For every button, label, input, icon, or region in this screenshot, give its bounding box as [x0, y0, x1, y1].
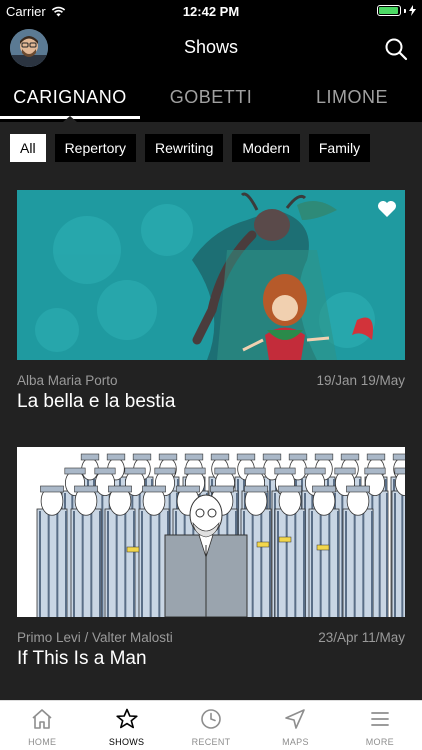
nav-maps-label: MAPS — [282, 737, 309, 747]
show-dates: 23/Apr 11/May — [318, 630, 405, 645]
status-time: 12:42 PM — [182, 4, 240, 19]
nav-shows[interactable]: SHOWS — [84, 701, 168, 750]
poster-if-this-is-a-man — [17, 447, 405, 617]
show-card[interactable]: Alba Maria Porto 19/Jan 19/May La bella … — [17, 190, 405, 413]
tab-limone[interactable]: LIMONE — [282, 78, 422, 122]
charging-bolt-icon — [409, 5, 416, 16]
battery-tip — [404, 8, 406, 13]
show-author: Primo Levi / Valter Malosti — [17, 630, 173, 645]
show-meta: Alba Maria Porto 19/Jan 19/May — [17, 373, 405, 388]
show-author: Alba Maria Porto — [17, 373, 118, 388]
show-card[interactable]: Primo Levi / Valter Malosti 23/Apr 11/Ma… — [17, 447, 405, 670]
navigation-arrow-icon — [285, 709, 306, 729]
filter-modern[interactable]: Modern — [232, 134, 300, 162]
navigation-bar: Shows — [0, 24, 422, 74]
nav-recent[interactable]: RECENT — [169, 701, 253, 750]
nav-home[interactable]: HOME — [0, 701, 84, 750]
star-icon — [116, 708, 138, 729]
bottom-tab-bar: HOME SHOWS RECENT MAPS MORE — [0, 700, 422, 750]
nav-more[interactable]: MORE — [338, 701, 422, 750]
show-title[interactable]: La bella e la bestia — [17, 391, 405, 413]
nav-home-label: HOME — [28, 737, 57, 747]
poster-beauty-and-beast — [17, 190, 405, 360]
page-title: Shows — [183, 37, 239, 57]
home-icon — [32, 709, 52, 729]
filter-repertory[interactable]: Repertory — [54, 134, 137, 162]
search-icon[interactable] — [384, 37, 408, 61]
nav-recent-label: RECENT — [191, 737, 231, 747]
tab-caret — [63, 116, 77, 122]
show-dates: 19/Jan 19/May — [316, 373, 405, 388]
nav-maps[interactable]: MAPS — [253, 701, 337, 750]
nav-shows-label: SHOWS — [108, 737, 145, 747]
show-poster[interactable] — [17, 190, 405, 360]
show-poster[interactable] — [17, 447, 405, 617]
tab-gobetti[interactable]: GOBETTI — [141, 78, 281, 122]
battery-fill — [379, 7, 398, 14]
filter-chips: All Repertory Rewriting Modern Family — [10, 134, 371, 162]
battery-body — [377, 5, 401, 16]
show-meta: Primo Levi / Valter Malosti 23/Apr 11/Ma… — [17, 630, 405, 645]
menu-icon — [370, 712, 389, 726]
top-bar: Carrier 12:42 PM Shows CARIGNANO GOBETTI… — [0, 0, 422, 122]
nav-more-label: MORE — [365, 737, 394, 747]
show-title[interactable]: If This Is a Man — [17, 648, 405, 670]
filter-all[interactable]: All — [10, 134, 46, 162]
status-bar: Carrier 12:42 PM — [0, 0, 422, 22]
filter-rewriting[interactable]: Rewriting — [145, 134, 224, 162]
clock-icon — [201, 709, 221, 729]
filter-family[interactable]: Family — [308, 134, 371, 162]
battery-indicator — [377, 5, 416, 16]
favorite-heart-icon[interactable] — [377, 200, 397, 218]
